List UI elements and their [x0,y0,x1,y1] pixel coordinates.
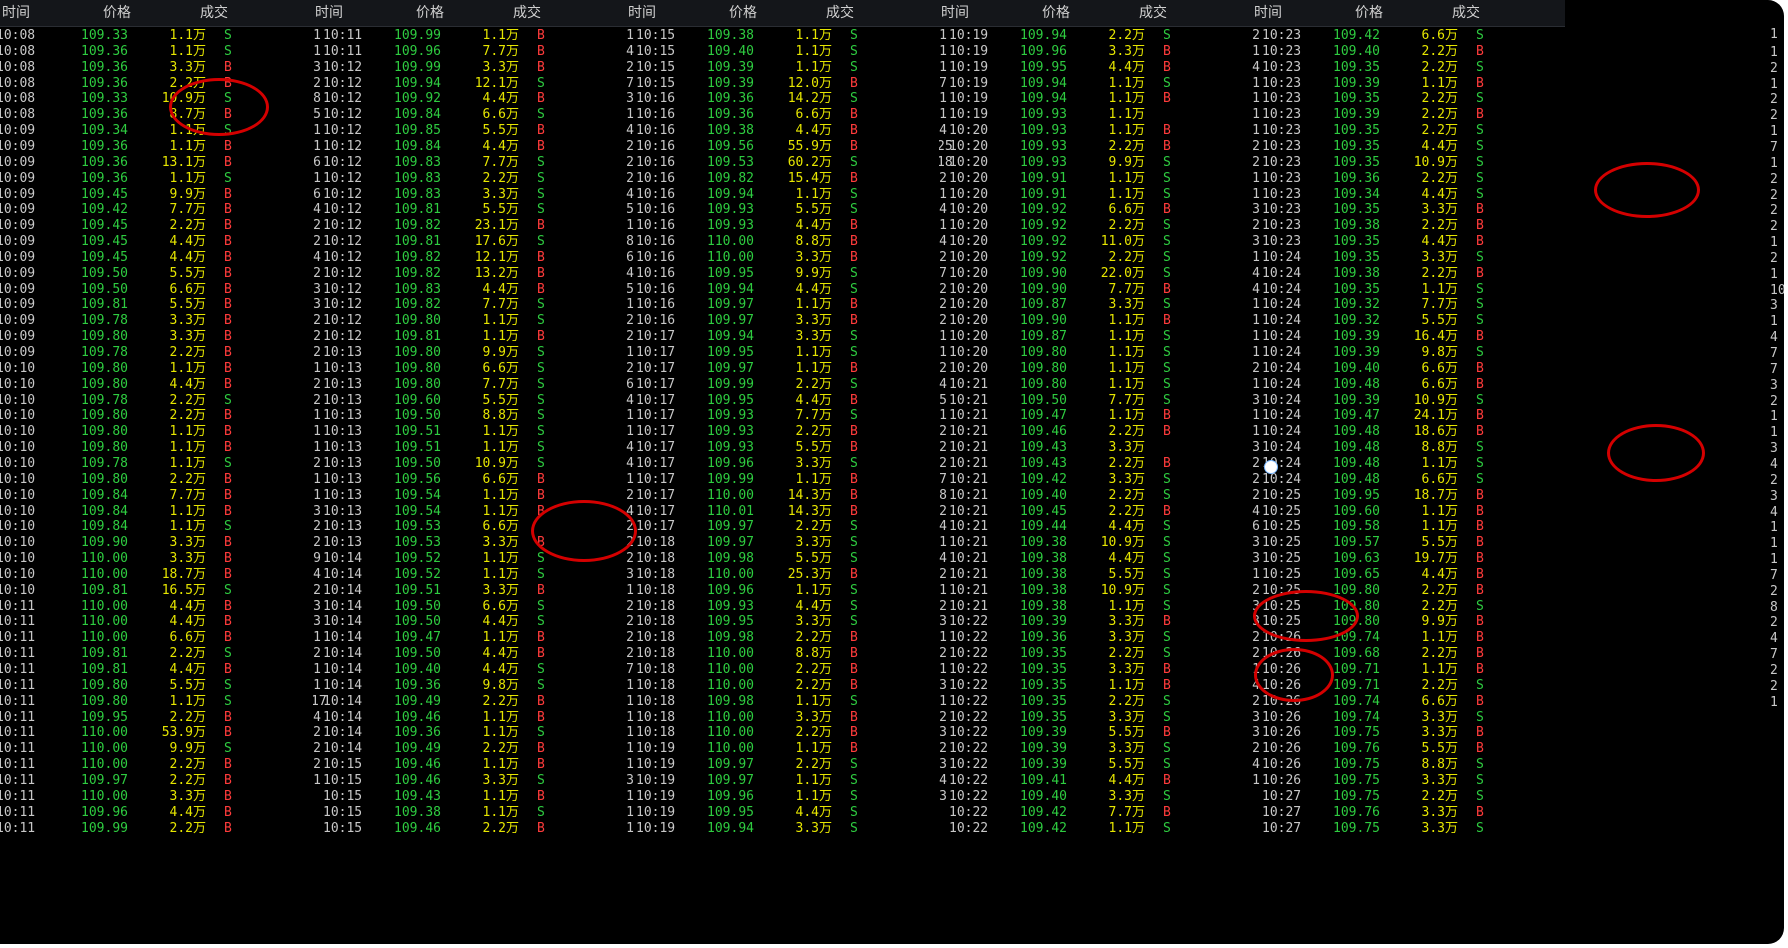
header-price: 价格 [103,5,131,21]
trade-time: 10:15 [323,820,363,836]
overflow-digit: 7 [1770,647,1778,663]
overflow-digit: 7 [1770,567,1778,583]
trade-row[interactable]: 10:15 109.46 2.2万 B [313,820,626,838]
overflow-digit: 2 [1770,92,1778,108]
overflow-digit: 1 [1770,520,1778,536]
trade-time: 10:19 [636,820,676,836]
header-time: 时间 [2,5,30,21]
overflow-digit: 1 [1770,694,1778,710]
trade-direction: S [850,820,858,836]
overflow-digit: 8 [1770,599,1778,615]
trade-panel: 时间 价格 成交 2 10:23 109.42 6.6万 S 1 10:23 109.40 2.2万 B… [1252,0,1565,944]
overflow-digit: 2 [1770,250,1778,266]
overflow-digit: 1 [1770,44,1778,60]
overflow-digit: 2 [1770,219,1778,235]
panel-header: 时间 价格 成交 [626,0,939,27]
overflow-digit: 1 [1770,27,1778,42]
trade-direction: B [224,820,232,836]
header-time: 时间 [1254,5,1282,21]
overflow-digit: 2 [1770,203,1778,219]
trade-volume: 1.1万 [1108,820,1145,836]
overflow-digit: 1 [1770,536,1778,552]
trade-time: 10:22 [949,820,989,836]
trade-volume: 2.2万 [482,820,519,836]
panel-header: 时间 价格 成交 [0,0,313,27]
trade-panel: 时间 价格 成交 1 10:11 109.99 1.1万 B 1 10:11 109.96 7.7万 B… [313,0,626,944]
overflow-digit: 2 [1770,60,1778,76]
overflow-digit: 2 [1770,615,1778,631]
trade-price: 109.46 [394,820,441,836]
trade-volume: 3.3万 [795,820,832,836]
overflow-digit: 7 [1770,139,1778,155]
header-volume: 成交 [200,5,228,21]
trade-row[interactable]: 10:22 109.42 1.1万 S [939,820,1252,838]
trade-row[interactable]: 10:27 109.75 3.3万 S [1252,820,1565,838]
trade-price: 109.75 [1333,820,1380,836]
trade-volume: 3.3万 [1421,820,1458,836]
overflow-digit: 2 [1770,583,1778,599]
overflow-digit: 1 [1770,76,1778,92]
highlight-circle [1594,162,1700,218]
overflow-digit: 1 [1770,552,1778,568]
mouse-cursor-icon [1264,460,1278,474]
overflow-digit: 3 [1770,441,1778,457]
trade-direction: B [537,820,545,836]
overflow-digit: 1 [1770,409,1778,425]
panel-header: 时间 价格 成交 [939,0,1252,27]
overflow-digit: 2 [1770,393,1778,409]
header-price: 价格 [729,5,757,21]
overflow-digit: 3 [1770,488,1778,504]
panel-header: 时间 价格 成交 [1252,0,1565,27]
tick-trade-window: 时间价格成交10:08109.331.1万S10:08109.361.1万S10… [0,0,1784,944]
trade-direction: S [1476,820,1484,836]
overflow-digit: 10 [1770,282,1784,298]
header-volume: 成交 [513,5,541,21]
overflow-digit: 1 [1770,425,1778,441]
header-volume: 成交 [1139,5,1167,21]
header-time: 时间 [941,5,969,21]
header-price: 价格 [1042,5,1070,21]
overflow-digit: 7 [1770,361,1778,377]
prev-panel-overflow-digit: 1 [626,820,634,836]
header-time: 时间 [315,5,343,21]
trade-price: 109.94 [707,820,754,836]
trade-row[interactable]: 1 10:19 109.94 3.3万 S [626,820,939,838]
overflow-digit: 1 [1770,124,1778,140]
trade-price: 109.42 [1020,820,1067,836]
overflow-digit: 4 [1770,456,1778,472]
trade-panel: 时间 价格 成交 1 10:19 109.94 2.2万 S 1 10:19 109.96 3.3万 B… [939,0,1252,944]
overflow-digit: 2 [1770,171,1778,187]
trade-row[interactable]: 10:11 109.99 2.2万 B [0,820,313,838]
header-volume: 成交 [826,5,854,21]
header-price: 价格 [1355,5,1383,21]
highlight-circle [1607,424,1705,482]
trade-panel: 时间 价格 成交 1 10:15 109.38 1.1万 S 4 10:15 109.40 1.1万 S… [626,0,939,944]
overflow-digit: 2 [1770,108,1778,124]
trade-panel: 时间价格成交10:08109.331.1万S10:08109.361.1万S10… [0,0,313,944]
overflow-digit: 4 [1770,504,1778,520]
overflow-digit: 2 [1770,472,1778,488]
overflow-digit: 1 [1770,235,1778,251]
overflow-digit: 7 [1770,346,1778,361]
header-price: 价格 [416,5,444,21]
trade-time: 10:11 [0,820,36,836]
panel-header: 时间 价格 成交 [313,0,626,27]
overflow-digit: 1 [1770,266,1778,282]
overflow-digit: 1 [1770,155,1778,171]
trade-direction: S [1163,820,1171,836]
overflow-digit: 4 [1770,330,1778,346]
header-time: 时间 [628,5,656,21]
overflow-digit: 2 [1770,678,1778,694]
overflow-digit: 2 [1770,187,1778,203]
overflow-digit: 4 [1770,631,1778,647]
overflow-digit: 3 [1770,377,1778,393]
overflow-digit: 3 [1770,298,1778,314]
trade-time: 10:27 [1262,820,1302,836]
trade-volume: 2.2万 [169,820,206,836]
trade-price: 109.99 [81,820,128,836]
overflow-digit: 2 [1770,663,1778,678]
overflow-digit: 1 [1770,314,1778,330]
header-volume: 成交 [1452,5,1480,21]
